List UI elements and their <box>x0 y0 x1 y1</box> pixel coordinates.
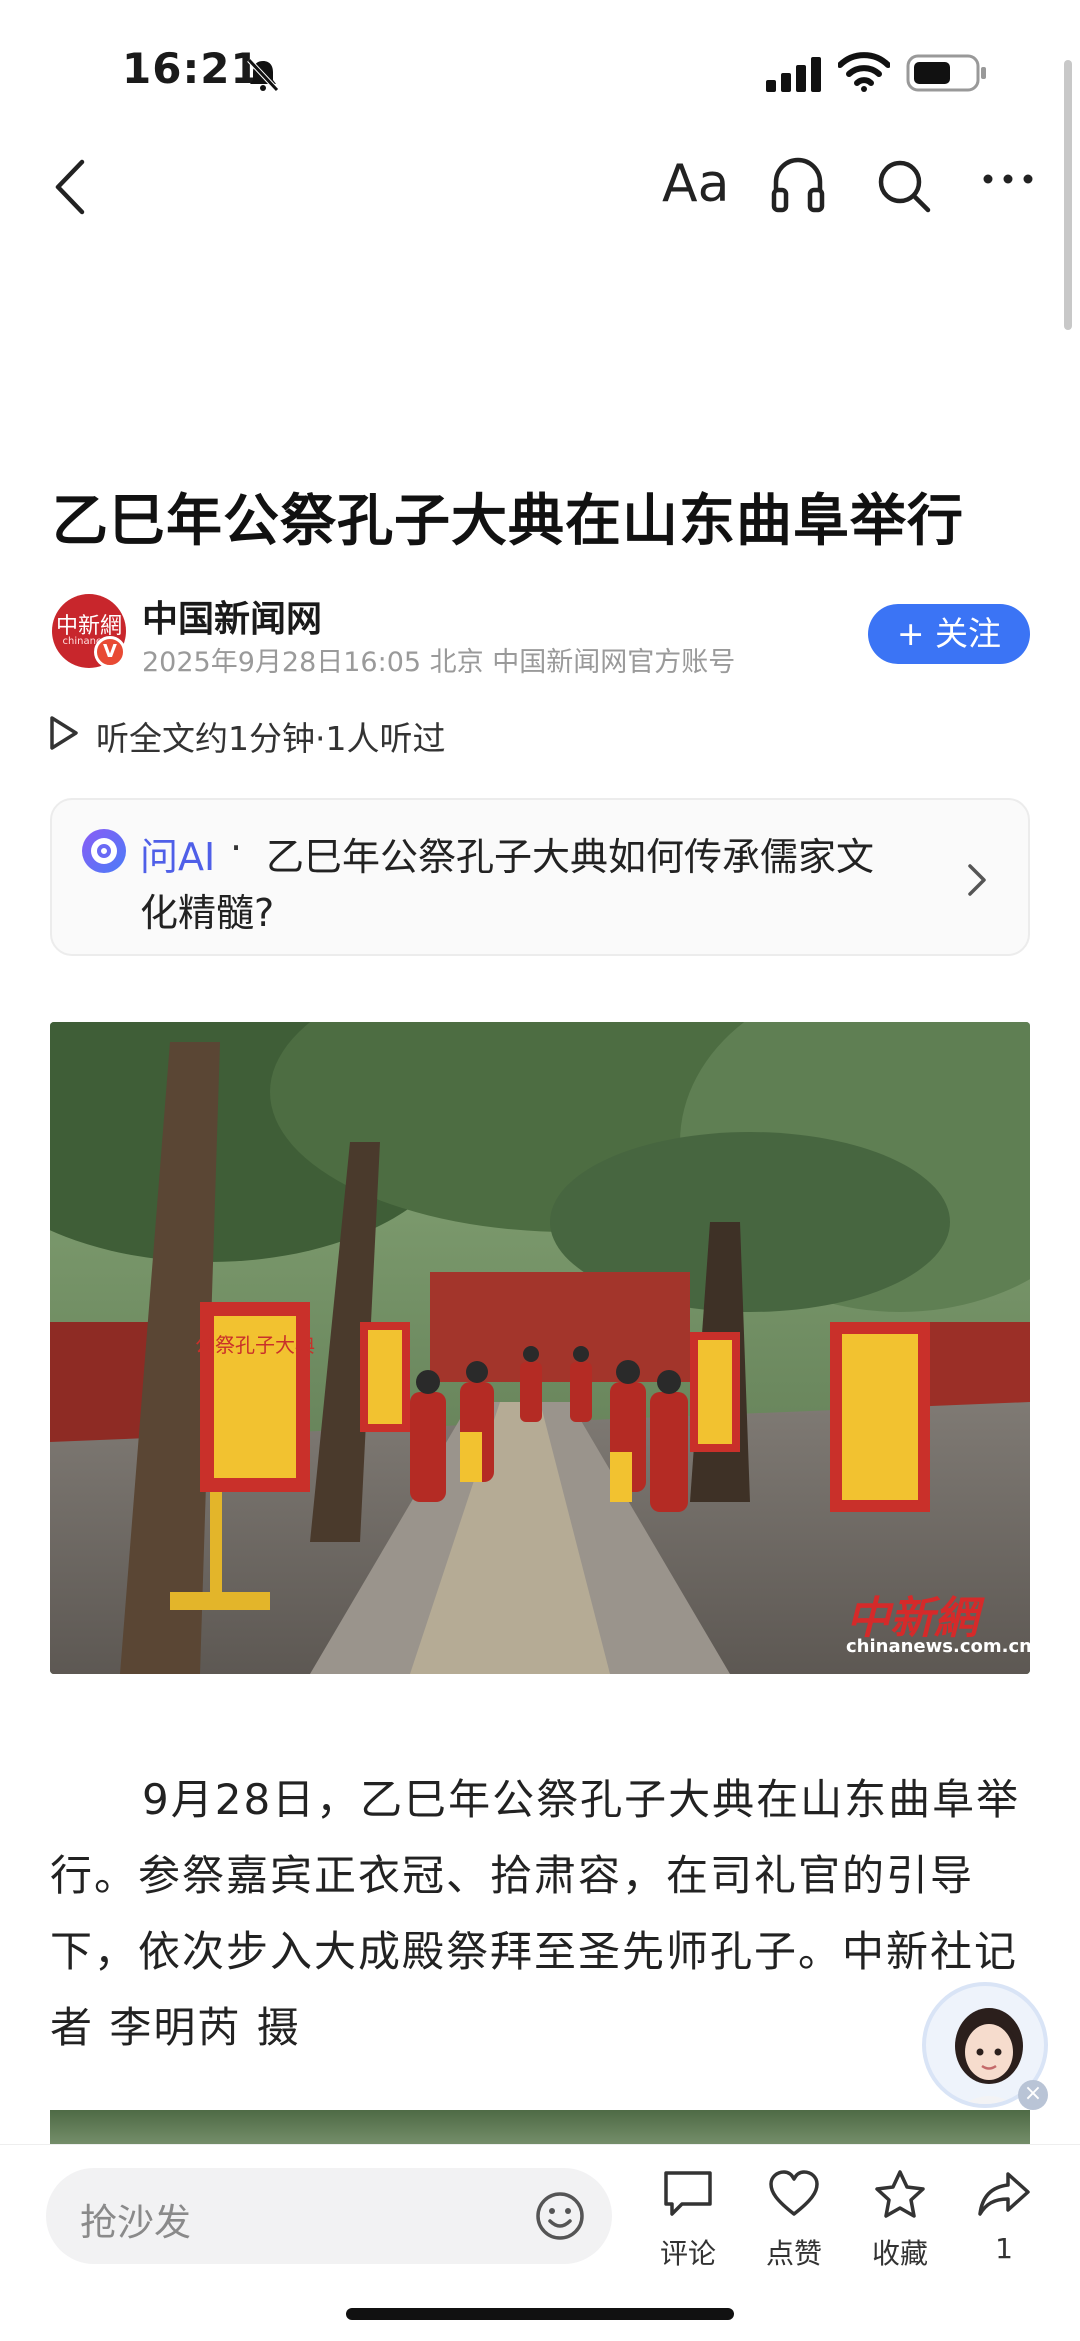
comment-icon <box>664 2171 712 2216</box>
favorite-label: 收藏 <box>871 2237 928 2270</box>
verified-badge: V <box>94 636 126 668</box>
ask-ai-label: 问AI <box>140 835 216 879</box>
share-button[interactable] <box>954 2168 1054 2224</box>
scrollbar[interactable] <box>1064 60 1072 330</box>
comment-placeholder: 抢沙发 <box>80 2201 191 2244</box>
ask-ai-question-line2: 化精髓? <box>140 891 275 935</box>
share-count: 1 <box>995 2232 1013 2265</box>
mute-bell-icon <box>247 58 279 92</box>
ask-ai-question-line1: 乙巳年公祭孔子大典如何传承儒家文 <box>266 835 875 879</box>
comment-label: 评论 <box>659 2237 716 2270</box>
cellular-signal-icon <box>766 57 821 92</box>
article-title: 乙巳年公祭孔子大典在山东曲阜举行 <box>52 489 964 554</box>
article-meta: 2025年9月28日16:05 北京 中国新闻网官方账号 <box>142 647 736 678</box>
battery-icon <box>906 54 986 92</box>
more-icon[interactable] <box>982 172 1034 186</box>
photo-watermark-url: chinanews.com.cn <box>846 1636 1032 1657</box>
status-time: 16:21 <box>122 44 261 93</box>
favorite-button[interactable] <box>850 2168 950 2226</box>
caption-paragraph: 9月28日，乙巳年公祭孔子大典在山东曲阜举行。参祭嘉宾正衣冠、拾肃容，在司礼官的… <box>50 1775 1021 2052</box>
like-button[interactable] <box>744 2168 844 2224</box>
article-photo[interactable]: 公祭孔子大典 <box>50 1022 1030 1674</box>
search-icon[interactable] <box>876 158 932 214</box>
ai-logo-icon <box>82 829 126 873</box>
article-caption: 9月28日，乙巳年公祭孔子大典在山东曲阜举行。参祭嘉宾正衣冠、拾肃容，在司礼官的… <box>50 1762 1040 2066</box>
listen-full-text[interactable]: 听全文约1分钟·1人听过 <box>96 712 445 760</box>
author-name[interactable]: 中国新闻网 <box>142 590 322 642</box>
play-icon[interactable] <box>48 714 80 752</box>
star-icon <box>875 2170 925 2218</box>
ceremony-photo: 公祭孔子大典 <box>50 1022 1030 1674</box>
wifi-icon <box>838 52 890 92</box>
font-size-icon[interactable]: Aa <box>662 154 729 214</box>
article-page: 16:21 Aa 乙巳年公祭孔子大典在山东曲阜举行 中新網 chinanews … <box>0 0 1080 2341</box>
share-icon <box>978 2172 1030 2216</box>
heart-icon <box>769 2170 819 2216</box>
banner-text: 公祭孔子大典 <box>195 1333 315 1357</box>
ask-ai-separator: · <box>230 826 243 870</box>
like-label: 点赞 <box>765 2237 822 2270</box>
close-icon[interactable]: × <box>1018 2080 1048 2110</box>
chevron-right-icon <box>968 864 986 896</box>
emoji-icon[interactable] <box>534 2190 586 2242</box>
follow-button[interactable]: + 关注 <box>868 604 1030 664</box>
comment-button[interactable] <box>638 2168 738 2224</box>
back-icon[interactable] <box>48 156 98 218</box>
home-indicator[interactable] <box>346 2308 734 2320</box>
headphone-icon[interactable] <box>770 154 826 216</box>
